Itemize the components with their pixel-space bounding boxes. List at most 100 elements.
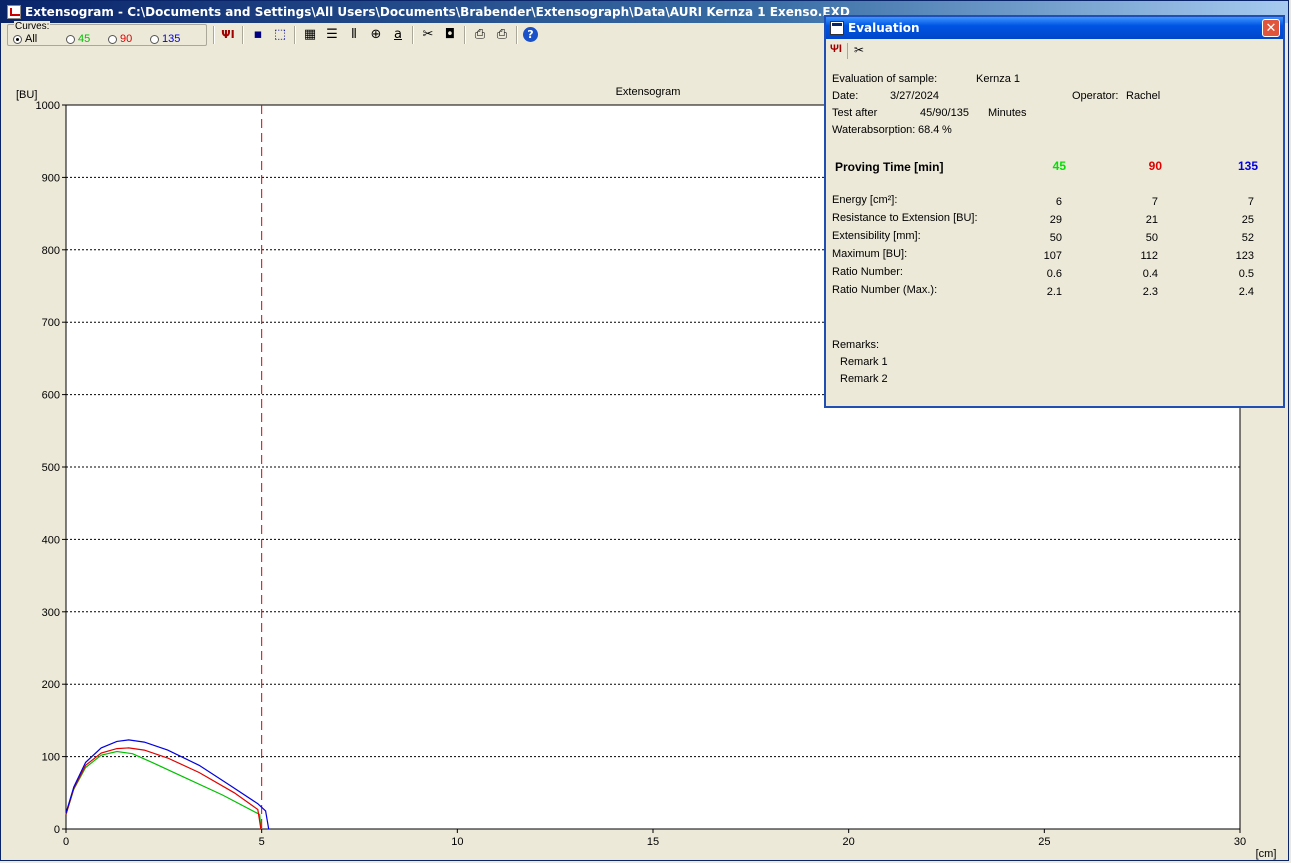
curve-radio-135[interactable]: 135 bbox=[150, 33, 180, 45]
proving-icon[interactable]: ΨΙ bbox=[219, 26, 237, 44]
row-value-135: 7 bbox=[1247, 196, 1254, 208]
row-value-90: 7 bbox=[1151, 196, 1158, 208]
row-value-135: 0.5 bbox=[1238, 268, 1254, 280]
remarks-label: Remarks: bbox=[832, 339, 880, 351]
waterabsorption-unit: % bbox=[942, 124, 952, 136]
remark-item: Remark 2 bbox=[840, 373, 888, 385]
zoom-icon[interactable]: ⊕ bbox=[367, 26, 385, 44]
test-after-label: Test after bbox=[832, 107, 878, 119]
curves-label: Curves: bbox=[14, 21, 51, 32]
remark-item: Remark 1 bbox=[840, 356, 888, 368]
evaluation-window-icon bbox=[830, 21, 844, 35]
cut-icon[interactable]: ✂ bbox=[419, 26, 437, 44]
radio-90-label: 90 bbox=[120, 33, 133, 45]
row-label: Maximum [BU]: bbox=[832, 248, 908, 260]
waterabsorption-value: 68.4 bbox=[918, 124, 940, 136]
curve-radio-45[interactable]: 45 bbox=[66, 33, 90, 45]
table-row: Ratio Number (Max.): 2.1 2.3 2.4 bbox=[832, 284, 1277, 301]
operator-value: Rachel bbox=[1126, 90, 1161, 102]
row-label: Resistance to Extension [BU]: bbox=[832, 212, 978, 224]
row-value-90: 50 bbox=[1145, 232, 1158, 244]
radio-all-icon bbox=[13, 34, 22, 44]
row-value-135: 25 bbox=[1241, 214, 1254, 226]
sample-value: Kernza 1 bbox=[976, 73, 1021, 85]
toolbar-separator bbox=[464, 26, 466, 44]
y-tick-label: 200 bbox=[42, 679, 60, 691]
evaluation-titlebar[interactable]: Evaluation ✕ bbox=[826, 17, 1283, 39]
toolbar-separator bbox=[213, 26, 215, 44]
row-value-45: 50 bbox=[1049, 232, 1062, 244]
operator-label: Operator: bbox=[1072, 90, 1119, 102]
sample-label: Evaluation of sample: bbox=[832, 73, 938, 85]
row-label: Extensibility [mm]: bbox=[832, 230, 921, 242]
curve-radio-all[interactable]: All bbox=[13, 33, 37, 45]
column-135-header: 135 bbox=[1237, 159, 1258, 173]
row-label: Ratio Number (Max.): bbox=[832, 284, 938, 296]
curve-radio-90[interactable]: 90 bbox=[108, 33, 132, 45]
x-tick-label: 10 bbox=[451, 836, 463, 848]
row-value-45: 0.6 bbox=[1046, 268, 1062, 280]
proving-time-label: Proving Time [min] bbox=[835, 160, 944, 174]
print-icon[interactable]: ⎙ bbox=[493, 26, 511, 44]
radio-45-label: 45 bbox=[78, 33, 91, 45]
print-preview-icon[interactable]: ⎙ bbox=[471, 26, 489, 44]
x-tick-label: 15 bbox=[647, 836, 659, 848]
row-value-135: 52 bbox=[1241, 232, 1254, 244]
text-label-icon[interactable]: a bbox=[389, 26, 407, 44]
table-row: Resistance to Extension [BU]: 29 21 25 bbox=[832, 212, 1277, 229]
test-after-value: 45/90/135 bbox=[920, 107, 969, 119]
waterabsorption-label: Waterabsorption: bbox=[832, 124, 916, 136]
x-tick-label: 0 bbox=[63, 836, 69, 848]
y-tick-label: 300 bbox=[42, 607, 60, 619]
table-row: Extensibility [mm]: 50 50 52 bbox=[832, 230, 1277, 247]
table-row: Energy [cm²]: 6 7 7 bbox=[832, 194, 1277, 211]
export-icon[interactable]: ⬚ bbox=[271, 26, 289, 44]
camera-icon[interactable]: ◘ bbox=[441, 26, 459, 44]
cut-icon[interactable]: ✂ bbox=[854, 43, 864, 57]
y-tick-label: 500 bbox=[42, 462, 60, 474]
vertical-grid-icon[interactable]: ⦀ bbox=[345, 26, 363, 44]
chart-title: Extensogram bbox=[616, 86, 681, 98]
close-button[interactable]: ✕ bbox=[1262, 19, 1280, 37]
radio-45-icon bbox=[66, 34, 75, 44]
table-row: Ratio Number: 0.6 0.4 0.5 bbox=[832, 266, 1277, 283]
evaluation-window: Evaluation ✕ ΨΙ ✂ Evaluation of sample: … bbox=[824, 15, 1285, 408]
row-value-90: 0.4 bbox=[1142, 268, 1158, 280]
row-value-90: 21 bbox=[1145, 214, 1158, 226]
proving-icon[interactable]: ΨΙ bbox=[830, 43, 842, 55]
horizontal-grid-icon[interactable]: ☰ bbox=[323, 26, 341, 44]
evaluation-toolbar: ΨΙ ✂ bbox=[830, 41, 930, 61]
x-tick-label: 5 bbox=[259, 836, 265, 848]
toolbar-separator bbox=[242, 26, 244, 44]
help-icon[interactable]: ? bbox=[523, 27, 538, 42]
radio-90-icon bbox=[108, 34, 117, 44]
x-axis-label: [cm] bbox=[1256, 848, 1277, 860]
row-value-90: 112 bbox=[1140, 250, 1158, 262]
row-label: Ratio Number: bbox=[832, 266, 903, 278]
radio-all-label: All bbox=[25, 33, 38, 45]
x-tick-label: 25 bbox=[1038, 836, 1050, 848]
y-tick-label: 400 bbox=[42, 534, 60, 546]
row-value-135: 123 bbox=[1235, 250, 1254, 262]
extensograph-app-icon bbox=[7, 5, 21, 19]
data-table-icon[interactable]: ▦ bbox=[301, 26, 319, 44]
evaluation-title: Evaluation bbox=[848, 21, 920, 35]
toolbar-separator bbox=[847, 43, 848, 59]
row-value-45: 6 bbox=[1055, 196, 1062, 208]
x-tick-label: 30 bbox=[1234, 836, 1246, 848]
y-tick-label: 700 bbox=[42, 317, 60, 329]
test-after-unit: Minutes bbox=[988, 107, 1027, 119]
row-value-135: 2.4 bbox=[1238, 286, 1254, 298]
toolbar-separator bbox=[294, 26, 296, 44]
window-title: Extensogram - C:\Documents and Settings\… bbox=[25, 5, 850, 19]
row-value-45: 107 bbox=[1043, 250, 1062, 262]
y-tick-label: 900 bbox=[42, 172, 60, 184]
row-label: Energy [cm²]: bbox=[832, 194, 898, 206]
save-icon[interactable]: ▪ bbox=[249, 26, 267, 44]
table-row: Maximum [BU]: 107 112 123 bbox=[832, 248, 1277, 265]
curves-group: Curves: All 45 90 135 bbox=[7, 21, 207, 46]
y-tick-label: 100 bbox=[42, 752, 60, 764]
y-axis-label: [BU] bbox=[16, 89, 37, 101]
y-tick-label: 800 bbox=[42, 245, 60, 257]
column-45-header: 45 bbox=[1052, 159, 1066, 173]
